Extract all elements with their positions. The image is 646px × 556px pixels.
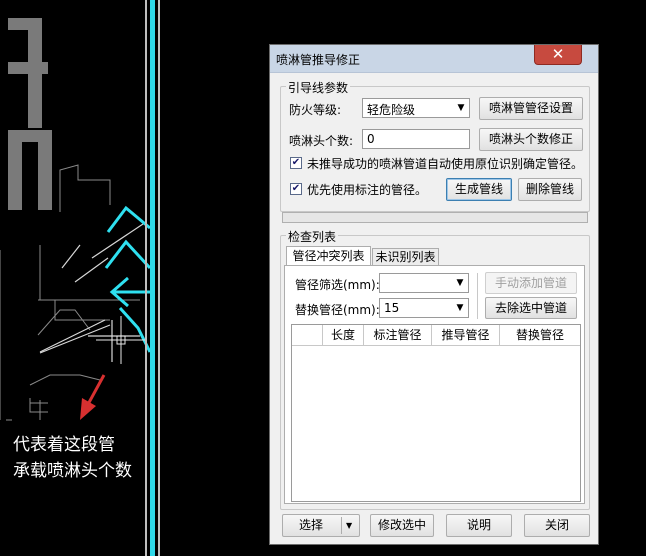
tab-unrecognized[interactable]: 未识别列表	[372, 248, 439, 266]
cad-red-arrow	[80, 374, 106, 420]
sprinkler-count-fix-button[interactable]: 喷淋头个数修正	[479, 128, 583, 151]
prefer-marked-checkbox[interactable]: ✔	[290, 183, 302, 195]
chevron-down-icon: ▼	[457, 103, 465, 113]
progress-bar	[282, 212, 588, 223]
annotation-line-1: 代表着这段管	[13, 435, 115, 455]
dialog-titlebar[interactable]: 喷淋管推导修正 ✕	[270, 45, 598, 73]
auto-original-label: 未推导成功的喷淋管道自动使用原位识别确定管径。	[307, 157, 584, 171]
dialog-title: 喷淋管推导修正	[276, 53, 361, 67]
column-header-marked-size[interactable]: 标注管径	[364, 325, 432, 345]
chevron-down-icon[interactable]: ▼	[346, 515, 352, 536]
column-header-derived-size[interactable]: 推导管径	[432, 325, 500, 345]
chevron-down-icon: ▼	[456, 278, 464, 288]
sprinkler-count-value: 0	[367, 132, 375, 146]
guide-params-group-label: 引导线参数	[286, 79, 351, 96]
prefer-marked-label: 优先使用标注的管径。	[307, 183, 428, 197]
replace-pipe-label: 替换管径(mm):	[295, 303, 380, 317]
close-button[interactable]: 关闭	[524, 514, 590, 537]
replace-pipe-select[interactable]: 15 ▼	[379, 298, 469, 318]
cad-gray-glyph	[8, 18, 52, 210]
manual-add-pipe-button[interactable]: 手动添加管道	[485, 272, 577, 294]
fire-level-select[interactable]: 轻危险级 ▼	[362, 98, 470, 118]
auto-original-checkbox[interactable]: ✔	[290, 157, 302, 169]
fire-level-value: 轻危险级	[367, 103, 416, 117]
pipe-list-table[interactable]: 长度 标注管径 推导管径 替换管径	[291, 324, 581, 502]
remove-selected-pipe-button[interactable]: 去除选中管道	[485, 297, 577, 319]
close-icon[interactable]: ✕	[534, 45, 582, 65]
split-divider	[341, 517, 342, 534]
replace-pipe-value: 15	[384, 301, 400, 315]
table-header: 长度 标注管径 推导管径 替换管径	[292, 325, 580, 346]
sprinkler-count-label: 喷淋头个数:	[289, 134, 354, 148]
modify-selected-button[interactable]: 修改选中	[370, 514, 434, 537]
help-button[interactable]: 说明	[446, 514, 512, 537]
column-header-length[interactable]: 长度	[323, 325, 364, 345]
pipe-filter-select[interactable]: ▼	[379, 273, 469, 293]
sprinkler-pipe-derivation-dialog: 喷淋管推导修正 ✕ 引导线参数 防火等级: 轻危险级 ▼ 喷淋管管径设置 喷淋头…	[269, 44, 599, 545]
sprinkler-count-input[interactable]: 0	[362, 129, 470, 149]
column-header-replace-size[interactable]: 替换管径	[500, 325, 580, 345]
delete-pipe-button[interactable]: 删除管线	[518, 178, 582, 201]
pipe-filter-label: 管径筛选(mm):	[295, 278, 380, 292]
pipe-size-settings-button[interactable]: 喷淋管管径设置	[479, 97, 583, 120]
select-button-label: 选择	[299, 518, 324, 532]
generate-pipe-button[interactable]: 生成管线	[446, 178, 512, 201]
cad-main-pipe	[145, 0, 160, 556]
cad-cursor-crosshair	[96, 316, 146, 364]
column-header-index[interactable]	[292, 325, 323, 345]
vertical-divider	[477, 273, 478, 319]
annotation-line-2: 承载喷淋头个数	[13, 461, 132, 481]
select-split-button[interactable]: 选择 ▼	[282, 514, 360, 537]
chevron-down-icon: ▼	[456, 303, 464, 313]
check-list-group-label: 检查列表	[286, 228, 339, 245]
fire-level-label: 防火等级:	[289, 103, 342, 117]
tab-pipe-conflict[interactable]: 管径冲突列表	[286, 246, 371, 266]
